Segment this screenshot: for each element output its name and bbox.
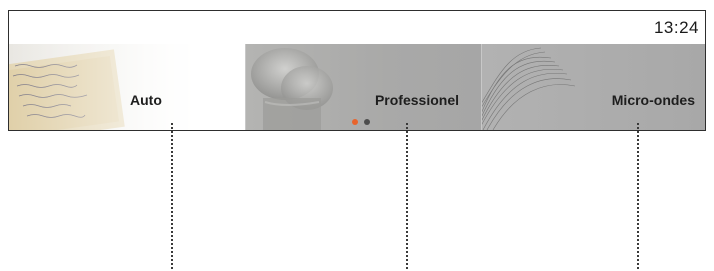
leader-line-micro-ondes xyxy=(637,123,639,269)
tab-professionel-label: Professionel xyxy=(374,92,459,108)
mode-tabs: Auto Professionel Micro-ondes xyxy=(9,44,705,130)
chef-hat-icon xyxy=(251,48,333,130)
handwritten-recipe-icon xyxy=(9,44,245,130)
page-dot-inactive[interactable] xyxy=(364,119,370,125)
tab-auto-label: Auto xyxy=(130,92,162,108)
page-indicator xyxy=(352,119,370,125)
clock: 13:24 xyxy=(653,18,699,37)
oven-display-screen: 13:24 Auto Professionel Micro-ondes xyxy=(8,10,706,131)
tab-divider xyxy=(481,44,482,130)
leader-line-professionel xyxy=(406,123,408,269)
tab-professionel[interactable]: Professionel xyxy=(245,44,481,130)
tab-micro-ondes-label: Micro-ondes xyxy=(611,92,695,108)
tab-micro-ondes[interactable]: Micro-ondes xyxy=(481,44,705,130)
leader-line-auto xyxy=(171,123,173,269)
microwave-waves-icon xyxy=(481,47,576,130)
tab-auto[interactable]: Auto xyxy=(9,44,245,130)
status-bar: 13:24 xyxy=(9,11,705,44)
page-dot-active[interactable] xyxy=(352,119,358,125)
tab-divider xyxy=(245,44,246,130)
